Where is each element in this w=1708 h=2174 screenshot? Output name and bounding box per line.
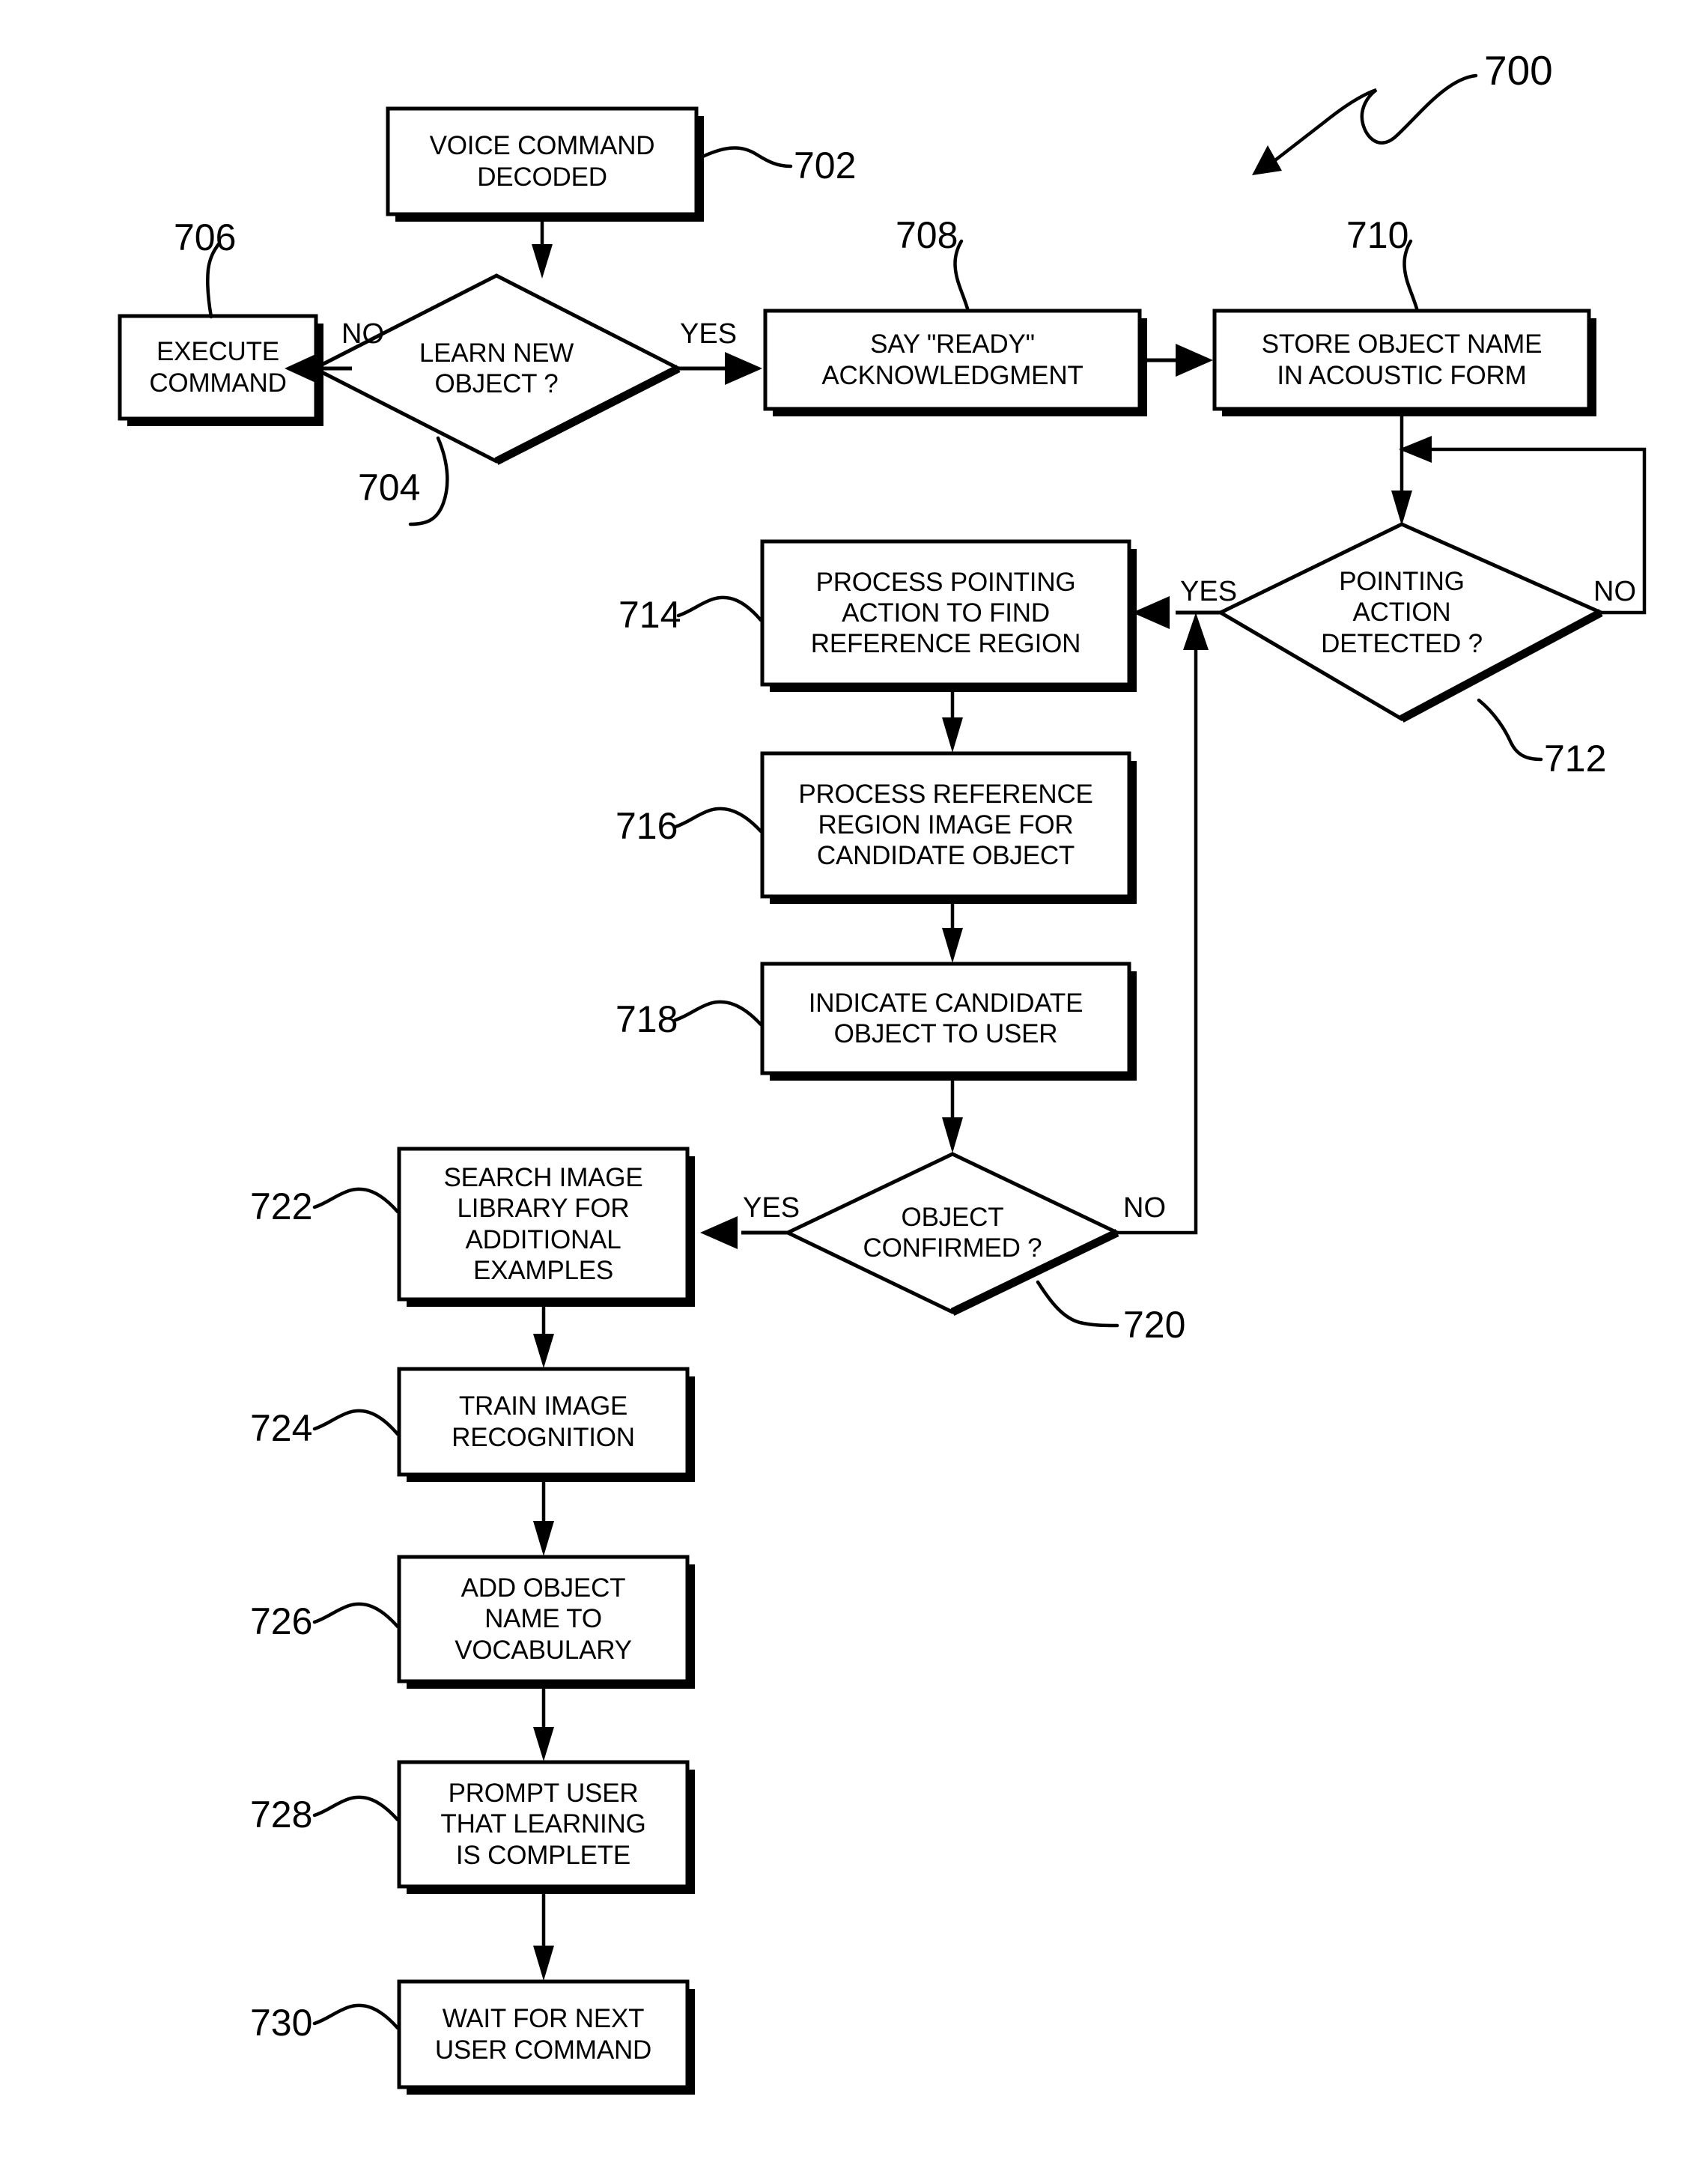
reference-numeral-704: 704 [358, 467, 421, 508]
figure-reference-700: 700 [1484, 47, 1553, 94]
reference-numeral-712: 712 [1544, 738, 1607, 780]
ref-leader-718 [673, 1000, 763, 1027]
node-712-shape [1216, 522, 1605, 723]
node-728-shape [397, 1760, 695, 1894]
reference-numeral-718: 718 [616, 998, 678, 1040]
edge-708-to-710 [1140, 344, 1213, 377]
edge-720-no-loop [1117, 613, 1209, 1235]
node-702-shape [386, 106, 704, 222]
ref-leader-716 [673, 807, 763, 834]
edge-704-yes-to-708 [678, 352, 762, 385]
edge-label-712-yes: YES [1180, 576, 1238, 607]
edge-label-720-yes: YES [743, 1192, 800, 1224]
flowchart-graphics [118, 73, 1647, 2095]
ref-leader-730 [312, 2003, 400, 2030]
node-730-shape [397, 1979, 695, 2095]
reference-numeral-716: 716 [616, 805, 678, 847]
ref-leader-714 [676, 595, 763, 622]
edge-702-to-704 [532, 214, 553, 279]
reference-numeral-714: 714 [619, 594, 681, 636]
reference-numeral-724: 724 [250, 1407, 313, 1449]
node-718-shape [760, 962, 1137, 1081]
edge-716-to-718 [942, 897, 963, 963]
edge-728-to-730 [533, 1887, 554, 1981]
ref-leader-728 [312, 1795, 400, 1822]
ref-leader-712 [1477, 698, 1543, 762]
reference-numeral-722: 722 [250, 1185, 313, 1227]
node-710-shape [1212, 309, 1596, 416]
patent-figure-sheet: VOICE COMMAND DECODED LEARN NEW OBJECT ?… [0, 0, 1708, 2174]
node-714-shape [760, 539, 1137, 692]
reference-numeral-720: 720 [1123, 1304, 1186, 1346]
node-726-shape [397, 1555, 695, 1689]
edge-label-704-yes: YES [680, 318, 738, 350]
edge-label-720-no: NO [1123, 1192, 1166, 1224]
edge-label-704-no: NO [341, 318, 384, 350]
node-704-shape [310, 273, 683, 465]
reference-numeral-710: 710 [1346, 214, 1409, 256]
ref-leader-702 [696, 146, 793, 168]
node-716-shape [760, 751, 1137, 904]
node-724-shape [397, 1367, 695, 1482]
node-722-shape [397, 1147, 695, 1307]
reference-numeral-708: 708 [896, 214, 958, 256]
reference-numeral-726: 726 [250, 1600, 313, 1642]
ref-leader-722 [312, 1187, 400, 1214]
edge-724-to-726 [533, 1475, 554, 1556]
edge-714-to-716 [942, 685, 963, 753]
reference-numeral-706: 706 [174, 216, 237, 258]
edge-722-to-724 [533, 1300, 554, 1368]
reference-numeral-702: 702 [794, 145, 857, 186]
figure-reference-leader-700 [1252, 73, 1478, 175]
reference-numeral-728: 728 [250, 1794, 313, 1836]
ref-leader-726 [312, 1602, 400, 1629]
reference-numeral-730: 730 [250, 2002, 313, 2044]
edge-726-to-728 [533, 1682, 554, 1761]
edge-718-to-720 [942, 1074, 963, 1153]
node-720-shape [783, 1152, 1122, 1316]
edge-710-to-712 [1391, 409, 1412, 526]
node-708-shape [763, 309, 1147, 416]
ref-leader-720 [1036, 1280, 1119, 1328]
edge-label-712-no: NO [1593, 576, 1636, 607]
ref-leader-724 [312, 1409, 400, 1436]
